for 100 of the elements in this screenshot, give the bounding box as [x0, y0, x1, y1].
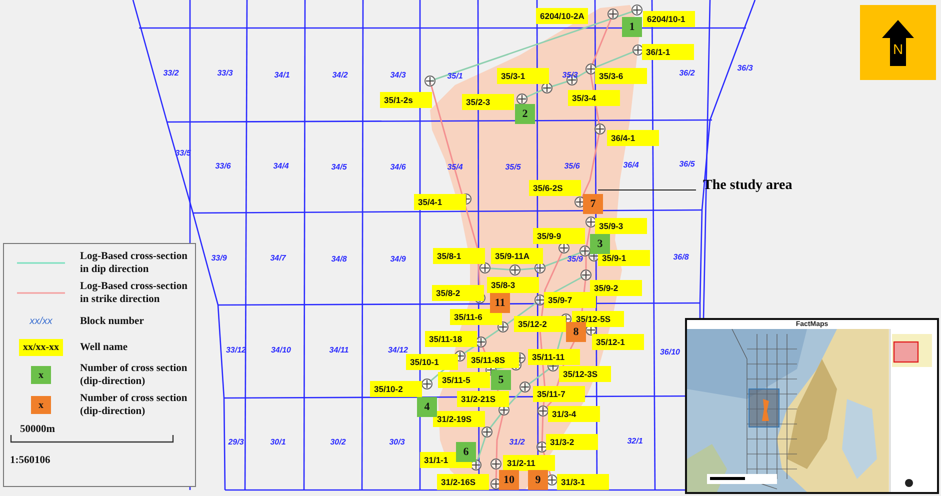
block-number: 33/3	[217, 68, 233, 78]
cross-section-number: 3	[590, 234, 610, 254]
well-name: 31/2-16S	[437, 474, 489, 490]
block-number: 36/10	[660, 348, 680, 356]
well-name: 35/11-8S	[467, 352, 519, 368]
legend-line-icon	[17, 262, 65, 264]
well-name: 35/12-3S	[559, 366, 611, 382]
well-name: 35/11-5	[438, 372, 490, 388]
block-number: 33/6	[215, 162, 231, 170]
block-number: 35/6	[564, 162, 580, 170]
well-marker-icon	[424, 76, 436, 86]
block-number: 34/10	[270, 346, 292, 354]
legend-symbol: xx/xx-xx	[18, 338, 64, 356]
well-name: 31/3-4	[548, 406, 600, 422]
well-name: 35/12-5S	[572, 311, 624, 327]
block-number: 34/12	[388, 346, 408, 354]
block-number: 36/5	[679, 160, 695, 168]
well-marker-icon	[538, 406, 548, 416]
well-name: 35/12-2	[514, 316, 566, 332]
well-name: 35/11-7	[533, 386, 585, 402]
legend-text: Log-Based cross-section in dip direction	[80, 250, 188, 276]
block-number: 34/3	[390, 70, 406, 80]
well-marker-icon	[632, 4, 642, 16]
block-number: 34/6	[390, 162, 406, 172]
cross-section-number: 4	[417, 397, 437, 417]
block-number: 34/11	[329, 346, 349, 354]
north-label: N	[893, 42, 904, 56]
well-name: 36/1-1	[642, 44, 694, 60]
well-name: 31/2-11	[503, 455, 555, 471]
block-number: 35/3	[562, 70, 578, 80]
legend-text: Number of cross section (dip-direction)	[80, 392, 188, 418]
cross-section-number: 9	[528, 470, 548, 490]
well-marker-icon	[422, 378, 432, 390]
block-number: 34/7	[270, 254, 286, 262]
well-name: 35/11-6	[450, 309, 502, 325]
block-number: 35/5	[505, 162, 521, 172]
cross-section-number: 7	[583, 194, 603, 214]
block-number: 34/8	[331, 254, 347, 264]
well-marker-icon	[482, 426, 492, 438]
scale-label: 50000m	[19, 424, 56, 435]
block-number: 30/3	[389, 438, 405, 446]
well-name: 36/4-1	[607, 130, 659, 146]
block-number: 36/2	[679, 68, 695, 78]
well-marker-icon	[608, 8, 618, 20]
well-name: 35/11-18	[425, 331, 477, 347]
well-marker-icon	[580, 246, 590, 256]
block-number: 35/4	[447, 162, 463, 172]
block-number: 36/4	[623, 160, 639, 170]
well-marker-icon	[580, 270, 592, 280]
well-name: 35/10-2	[370, 381, 422, 397]
block-number: 34/1	[274, 70, 290, 80]
block-number: 30/1	[270, 438, 286, 446]
well-name: 35/3-6	[595, 68, 647, 84]
well-marker-icon	[510, 264, 520, 276]
legend-symbol: x	[31, 396, 51, 414]
legend-symbol: x	[31, 366, 51, 384]
block-number: 34/2	[332, 70, 348, 80]
well-name: 35/9-9	[533, 228, 585, 244]
block-number: 30/2	[330, 438, 346, 446]
block-number: 35/1	[447, 72, 463, 80]
well-name: 6204/10-1	[643, 11, 695, 27]
well-name: 35/12-1	[592, 334, 644, 350]
legend-text: Well name	[80, 340, 128, 354]
legend-line-icon	[17, 292, 65, 294]
well-name: 31/3-2	[546, 434, 598, 450]
well-marker-icon	[516, 94, 528, 104]
cross-section-number: 6	[456, 442, 476, 462]
cross-section-number: 10	[499, 470, 519, 490]
block-number: 34/9	[390, 254, 406, 264]
block-number: 32/1	[627, 436, 643, 446]
well-name: 31/3-1	[557, 474, 609, 490]
well-name: 6204/10-2A	[536, 8, 588, 24]
well-name: 35/4-1	[414, 194, 466, 210]
well-name: 35/9-7	[544, 292, 596, 308]
block-number: 33/9	[211, 254, 227, 262]
block-number: 36/3	[737, 64, 753, 72]
cross-section-number: 8	[566, 322, 586, 342]
arrow-icon	[882, 20, 914, 66]
block-number: 29/3	[228, 438, 244, 446]
cross-section-number: 5	[491, 370, 511, 390]
well-name: 35/6-2S	[529, 180, 581, 196]
well-name: 35/9-1	[598, 250, 650, 266]
well-name: 35/9-3	[595, 218, 647, 234]
well-name: 35/8-3	[487, 277, 539, 293]
legend-symbol: xx/xx	[30, 316, 52, 326]
legend-text: Number of cross section (dip-direction)	[80, 362, 188, 388]
well-name: 31/2-21S	[457, 391, 509, 407]
well-name: 35/10-1	[406, 354, 458, 370]
legend-text: Block number	[80, 314, 144, 328]
cross-section-number: 11	[490, 293, 510, 313]
cross-section-number: 2	[515, 104, 535, 124]
well-name: 35/3-1	[497, 68, 549, 84]
block-number: 34/5	[331, 162, 347, 172]
well-name: 35/9-11A	[491, 248, 543, 264]
well-name: 35/11-11	[528, 349, 580, 365]
block-number: 33/2	[163, 68, 179, 78]
scale-ratio: 1:560106	[10, 455, 52, 466]
block-number: 35/9	[567, 254, 583, 264]
well-marker-icon	[490, 458, 502, 470]
well-name: 31/2-19S	[433, 411, 485, 427]
